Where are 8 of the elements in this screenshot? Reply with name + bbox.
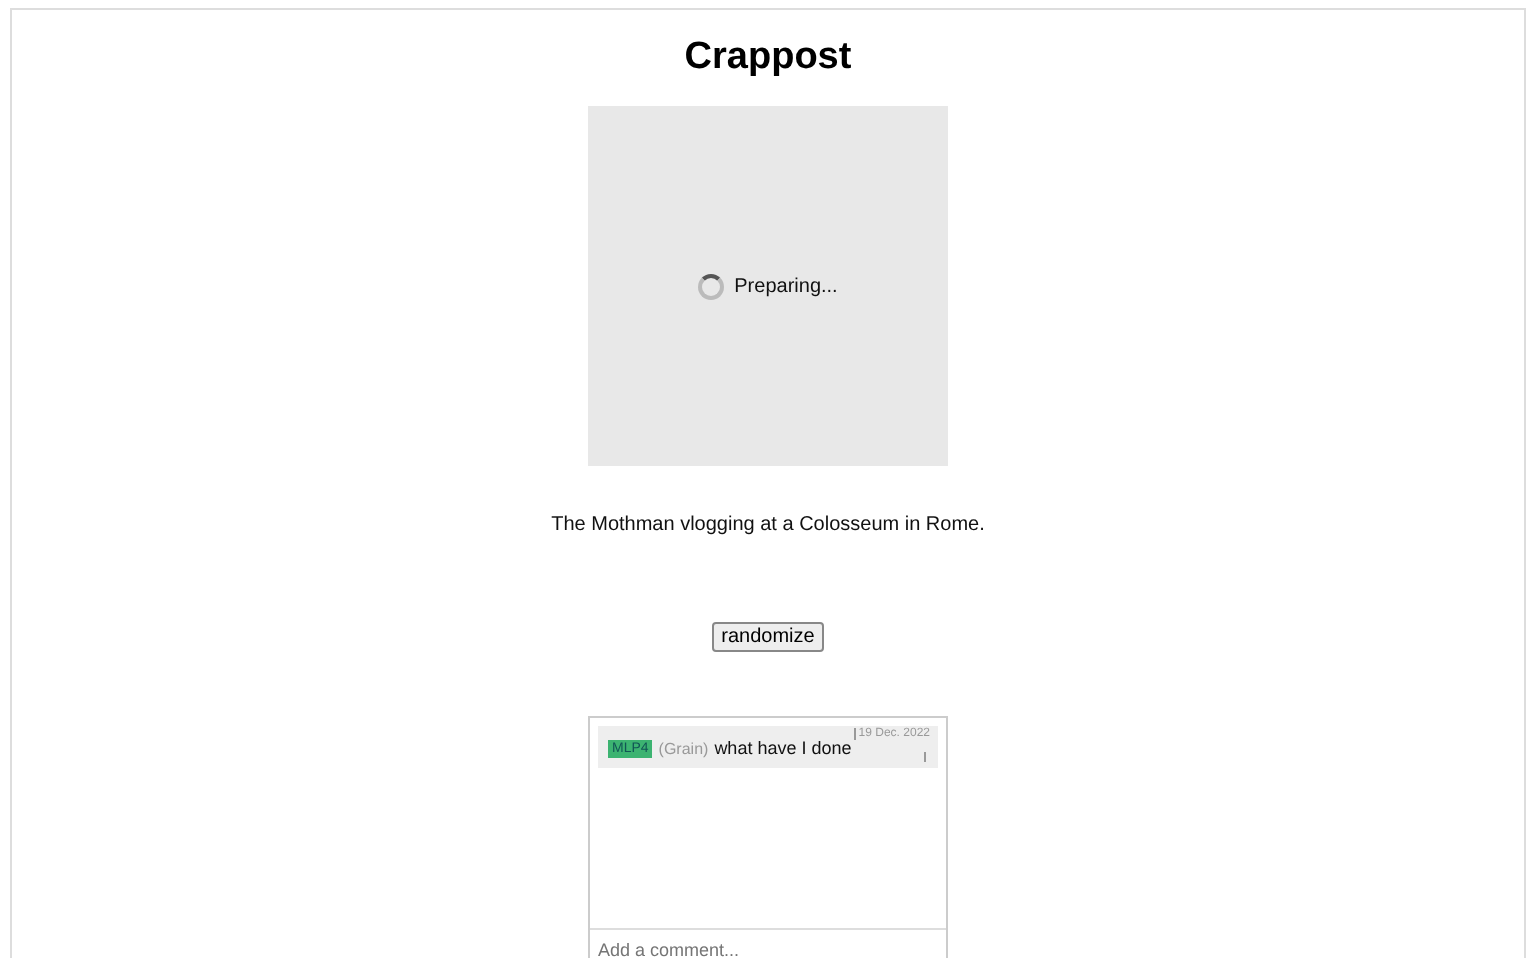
comment-field[interactable]: Add a comment... xyxy=(590,928,946,958)
spinner-icon xyxy=(698,273,725,299)
comment-text: what have I done xyxy=(714,738,852,758)
author-name: (Grain) xyxy=(658,739,709,757)
status-text: Preparing... xyxy=(734,275,838,297)
randomize-button[interactable]: randomize xyxy=(711,622,825,652)
caption: The Mothman vlogging at a Colosseum in Rome. xyxy=(551,514,985,536)
page-title: Crappost xyxy=(684,36,852,80)
